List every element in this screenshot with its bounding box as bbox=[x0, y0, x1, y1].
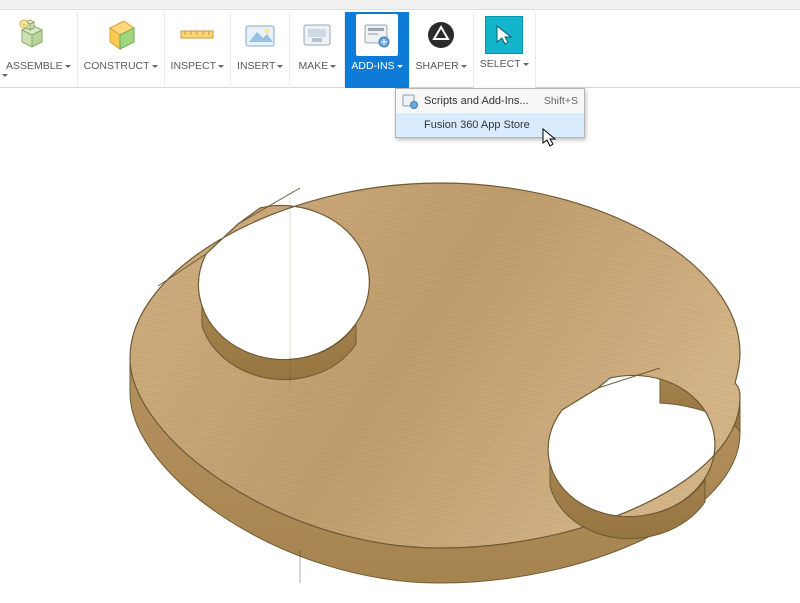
menu-app-store[interactable]: Fusion 360 App Store bbox=[396, 113, 584, 137]
label-text: SELECT bbox=[480, 58, 521, 70]
chevron-down-icon bbox=[65, 65, 71, 68]
construct-tool[interactable]: CONSTRUCT bbox=[78, 12, 165, 88]
label-text: INSERT bbox=[237, 60, 275, 72]
label-text: ASSEMBLE bbox=[6, 60, 63, 72]
menu-label: Fusion 360 App Store bbox=[424, 119, 578, 131]
construct-label: CONSTRUCT bbox=[84, 60, 158, 72]
shaper-label: SHAPER bbox=[416, 60, 467, 72]
select-label: SELECT bbox=[480, 58, 529, 70]
construct-icon bbox=[100, 14, 142, 56]
make-tool[interactable]: MAKE bbox=[290, 12, 345, 88]
chevron-down-icon bbox=[152, 65, 158, 68]
svg-text:+: + bbox=[22, 22, 26, 29]
script-icon bbox=[402, 93, 418, 109]
make-label: MAKE bbox=[298, 60, 336, 72]
model-wooden-oval bbox=[0, 88, 800, 600]
chevron-down-icon bbox=[277, 65, 283, 68]
insert-label: INSERT bbox=[237, 60, 283, 72]
menu-scripts-addins[interactable]: Scripts and Add-Ins... Shift+S bbox=[396, 89, 584, 113]
shaper-icon bbox=[420, 14, 462, 56]
addins-icon bbox=[356, 14, 398, 56]
assemble-tool[interactable]: + ASSEMBLE bbox=[0, 12, 78, 88]
addins-label: ADD-INS bbox=[351, 60, 402, 72]
blank-icon bbox=[402, 117, 418, 133]
make-icon bbox=[296, 14, 338, 56]
chevron-down-icon bbox=[218, 65, 224, 68]
menu-shortcut: Shift+S bbox=[544, 95, 578, 107]
chevron-down-icon bbox=[523, 63, 529, 66]
chevron-down-icon[interactable] bbox=[2, 74, 8, 77]
label-text: SHAPER bbox=[416, 60, 459, 72]
inspect-label: INSPECT bbox=[171, 60, 225, 72]
label-text: INSPECT bbox=[171, 60, 217, 72]
label-text: MAKE bbox=[298, 60, 328, 72]
select-tool[interactable]: SELECT bbox=[474, 12, 536, 88]
chevron-down-icon bbox=[330, 65, 336, 68]
title-bar bbox=[0, 0, 800, 10]
assemble-label: ASSEMBLE bbox=[6, 60, 71, 72]
select-icon bbox=[485, 16, 523, 54]
inspect-icon bbox=[176, 14, 218, 56]
chevron-down-icon bbox=[461, 65, 467, 68]
main-toolbar: + ASSEMBLE CONSTRUCT bbox=[0, 10, 800, 88]
inspect-tool[interactable]: INSPECT bbox=[165, 12, 232, 88]
addins-dropdown: Scripts and Add-Ins... Shift+S Fusion 36… bbox=[395, 88, 585, 138]
chevron-down-icon bbox=[397, 65, 403, 68]
addins-tool[interactable]: ADD-INS bbox=[345, 12, 409, 88]
viewport-3d[interactable] bbox=[0, 88, 800, 600]
insert-tool[interactable]: INSERT bbox=[231, 12, 290, 88]
assemble-icon: + bbox=[17, 14, 59, 56]
label-text: CONSTRUCT bbox=[84, 60, 150, 72]
menu-label: Scripts and Add-Ins... bbox=[424, 95, 536, 107]
insert-icon bbox=[239, 14, 281, 56]
shaper-tool[interactable]: SHAPER bbox=[410, 12, 474, 88]
label-text: ADD-INS bbox=[351, 60, 394, 72]
